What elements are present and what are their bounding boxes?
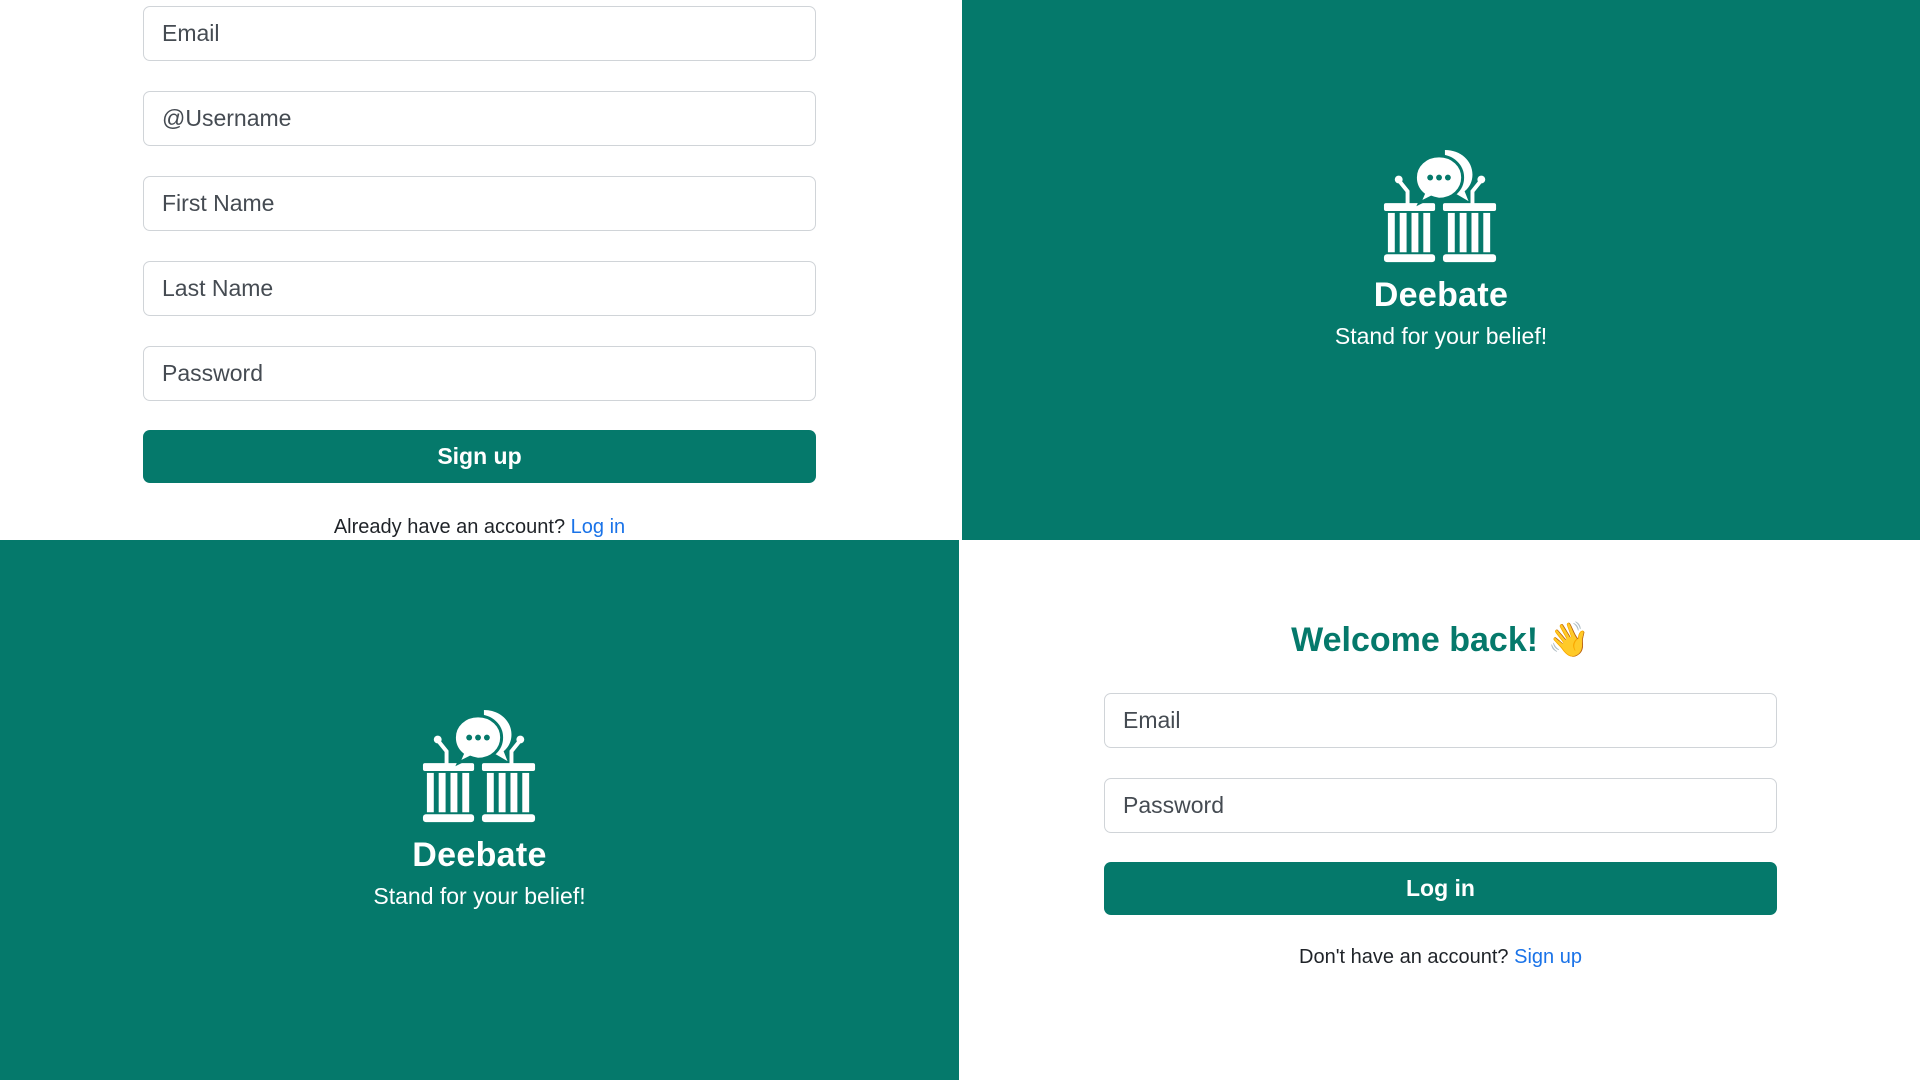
- brand-name: Deebate: [1373, 276, 1509, 314]
- login-button[interactable]: Log in: [1104, 862, 1777, 915]
- brand-block: Deebate Stand for your belief!: [0, 708, 959, 910]
- signup-button[interactable]: Sign up: [143, 430, 816, 483]
- signup-panel: Sign up Already have an account? Log in: [0, 0, 960, 540]
- signup-link[interactable]: Sign up: [1514, 946, 1582, 968]
- welcome-heading: Welcome back! 👋: [961, 620, 1920, 660]
- username-field[interactable]: [143, 91, 816, 146]
- welcome-heading-text: Welcome back!: [1291, 621, 1539, 659]
- last-name-field[interactable]: [143, 261, 816, 316]
- password-field[interactable]: [143, 346, 816, 401]
- brand-tagline: Stand for your belief!: [373, 883, 586, 909]
- login-password-field[interactable]: [1104, 778, 1777, 833]
- login-link[interactable]: Log in: [571, 516, 626, 538]
- brand-panel-bottom: Deebate Stand for your belief!: [0, 540, 959, 1080]
- login-email-field[interactable]: [1104, 693, 1777, 748]
- brand-panel-top: Deebate Stand for your belief!: [962, 0, 1920, 540]
- email-field[interactable]: [143, 6, 816, 61]
- brand-block: Deebate Stand for your belief!: [962, 148, 1920, 350]
- brand-tagline: Stand for your belief!: [1334, 323, 1548, 349]
- login-prompt-text: Already have an account?: [333, 516, 566, 538]
- debate-podiums-icon: [421, 708, 539, 830]
- debate-podiums-icon: [1382, 148, 1500, 270]
- brand-name: Deebate: [412, 836, 547, 874]
- login-prompt: Already have an account? Log in: [143, 516, 816, 539]
- signup-prompt-text: Don't have an account?: [1299, 946, 1509, 968]
- first-name-field[interactable]: [143, 176, 816, 231]
- login-panel: Welcome back! 👋 Log in Don't have an acc…: [961, 540, 1920, 1080]
- waving-hand-icon: 👋: [1547, 621, 1590, 659]
- signup-prompt: Don't have an account? Sign up: [1104, 946, 1777, 969]
